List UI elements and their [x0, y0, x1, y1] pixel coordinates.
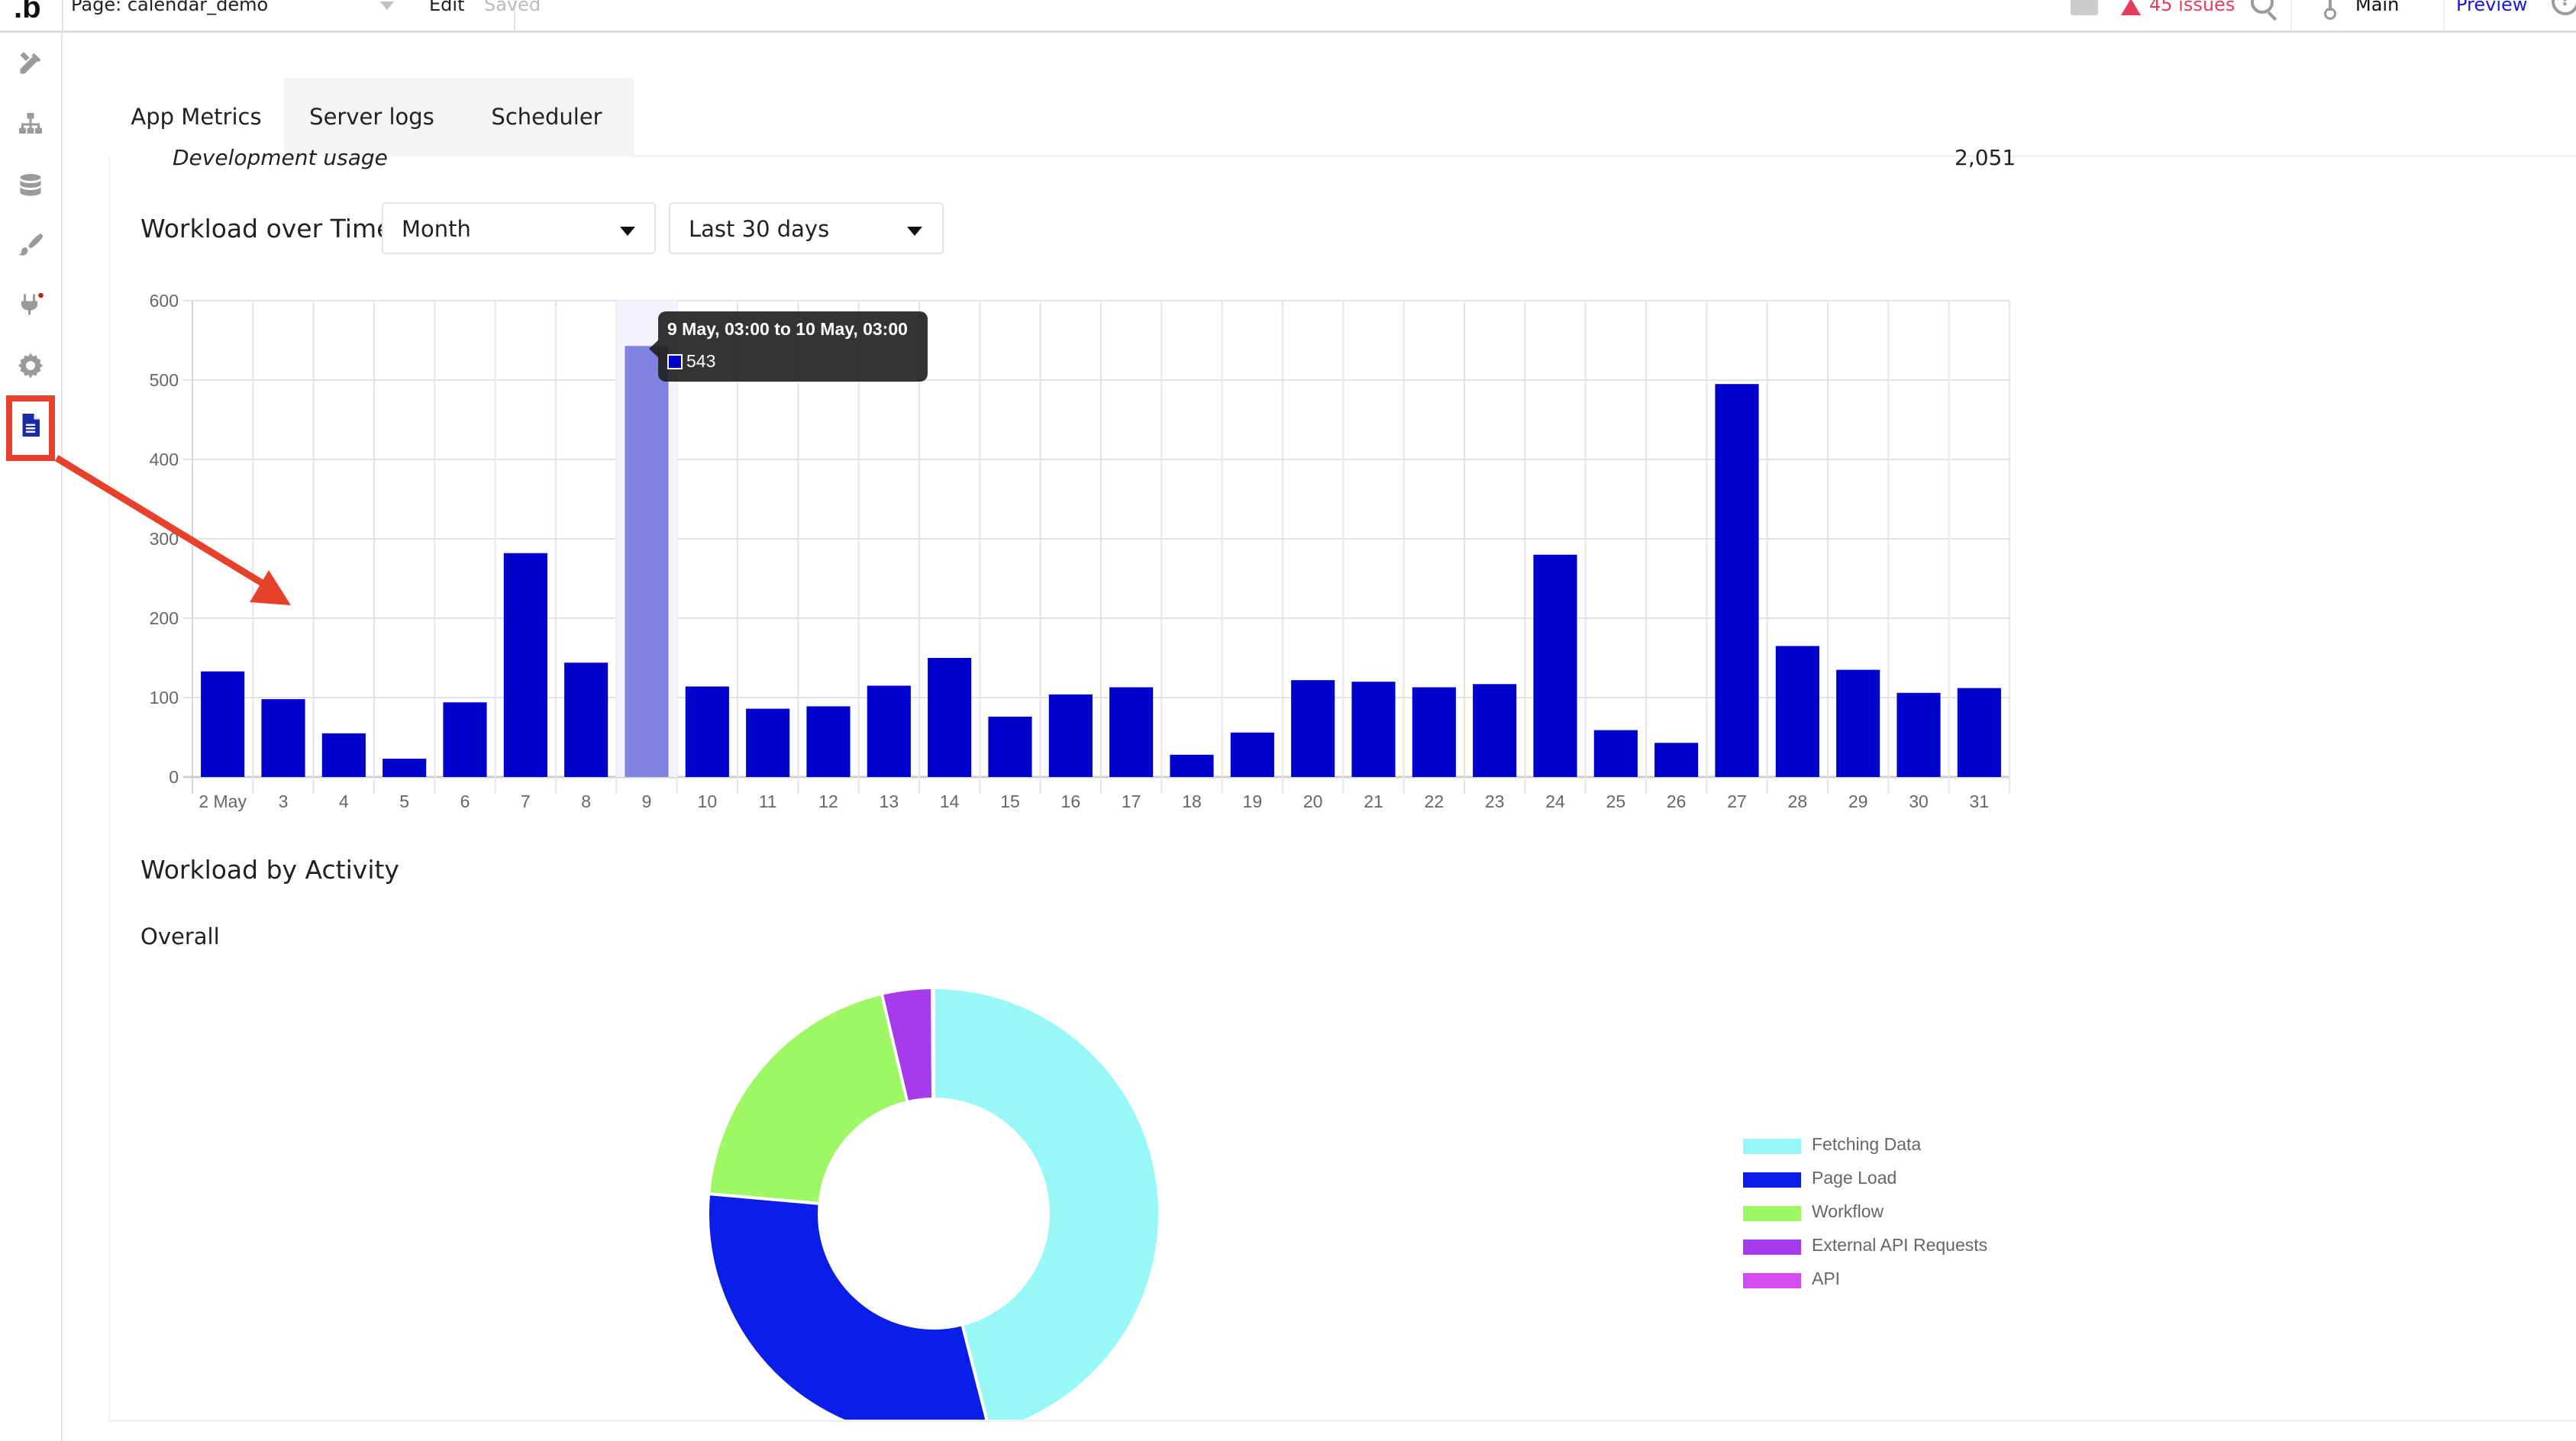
- y-tick-label: 0: [169, 767, 179, 787]
- tooltip-title: 9 May, 03:00 to 10 May, 03:00: [667, 319, 908, 339]
- y-tick-label: 300: [150, 529, 179, 549]
- bar-17[interactable]: [1109, 687, 1154, 777]
- bar-13[interactable]: [867, 685, 911, 777]
- x-tick-label: 12: [818, 791, 838, 811]
- legend-label: Page Load: [1812, 1168, 1897, 1188]
- x-tick-label: 5: [399, 791, 409, 811]
- activity-donut-chart: [706, 985, 1161, 1420]
- bar-21[interactable]: [1351, 682, 1396, 777]
- bar-7[interactable]: [503, 553, 547, 777]
- x-tick-label: 17: [1122, 791, 1141, 811]
- x-tick-label: 9: [642, 791, 652, 811]
- bar-10[interactable]: [685, 686, 729, 777]
- y-tick-label: 500: [150, 370, 179, 390]
- legend-label: Fetching Data: [1812, 1134, 1922, 1154]
- bar-9[interactable]: [625, 346, 669, 777]
- y-tick-label: 400: [150, 450, 179, 469]
- bar-20[interactable]: [1291, 680, 1335, 777]
- bar-29[interactable]: [1836, 669, 1880, 777]
- x-tick-label: 7: [521, 791, 531, 811]
- bar-25[interactable]: [1593, 730, 1638, 777]
- y-tick-label: 100: [150, 688, 179, 708]
- legend-swatch: [1743, 1139, 1801, 1154]
- bar-8[interactable]: [564, 662, 608, 777]
- x-tick-label: 21: [1364, 791, 1383, 811]
- x-tick-label: 2 May: [199, 791, 247, 811]
- bar-14[interactable]: [928, 658, 972, 777]
- bar-31[interactable]: [1957, 688, 2001, 777]
- legend-swatch: [1743, 1172, 1801, 1188]
- bar-28[interactable]: [1775, 646, 1819, 777]
- x-tick-label: 22: [1425, 791, 1445, 811]
- donut-slice-api[interactable]: [931, 985, 935, 1101]
- donut-chart-container: [108, 916, 2576, 1420]
- x-tick-label: 27: [1727, 791, 1747, 811]
- x-tick-label: 13: [880, 791, 899, 811]
- workload-bar-chart: 0 100 200 300 400 500 600 2 May 3 4 5 6 7 8 9 10 11 12 13 1…: [150, 291, 2010, 811]
- x-tick-label: 26: [1667, 791, 1687, 811]
- bar-11[interactable]: [746, 708, 790, 777]
- bar-4[interactable]: [321, 733, 366, 777]
- bar-16[interactable]: [1048, 694, 1093, 777]
- y-tick-label: 200: [150, 608, 179, 628]
- bar-22[interactable]: [1412, 687, 1456, 777]
- bar-5[interactable]: [383, 759, 427, 777]
- bar-2-may[interactable]: [201, 671, 245, 777]
- x-tick-label: 23: [1485, 791, 1505, 811]
- bar-12[interactable]: [806, 706, 851, 777]
- x-tick-label: 4: [339, 791, 349, 811]
- legend-swatch: [1743, 1206, 1801, 1221]
- x-tick-label: 19: [1243, 791, 1263, 811]
- tooltip-value: 543: [686, 351, 716, 371]
- legend-label: API: [1812, 1269, 1841, 1288]
- x-tick-label: 30: [1909, 791, 1929, 811]
- y-tick-label: 600: [150, 291, 179, 311]
- donut-slice-workflow[interactable]: [706, 991, 909, 1205]
- bar-23[interactable]: [1473, 684, 1517, 777]
- legend-label: External API Requests: [1812, 1235, 1988, 1255]
- bar-15[interactable]: [988, 716, 1032, 777]
- tooltip-color-swatch: [667, 354, 683, 369]
- bar-27[interactable]: [1715, 384, 1759, 777]
- x-tick-label: 20: [1303, 791, 1323, 811]
- x-tick-label: 10: [698, 791, 718, 811]
- x-tick-label: 24: [1545, 791, 1565, 811]
- x-tick-label: 3: [279, 791, 289, 811]
- x-tick-label: 8: [581, 791, 591, 811]
- x-tick-label: 28: [1788, 791, 1808, 811]
- x-tick-label: 25: [1606, 791, 1626, 811]
- x-tick-label: 31: [1970, 791, 1990, 811]
- bar-30[interactable]: [1896, 692, 1941, 777]
- x-tick-label: 6: [460, 791, 470, 811]
- x-tick-label: 16: [1061, 791, 1081, 811]
- workload-by-activity-title: Workload by Activity: [140, 855, 399, 885]
- donut-slice-page-load[interactable]: [706, 1191, 990, 1420]
- x-tick-label: 11: [759, 791, 777, 811]
- bar-24[interactable]: [1533, 554, 1577, 777]
- x-tick-label: 14: [940, 791, 960, 811]
- bar-3[interactable]: [261, 699, 305, 777]
- x-tick-label: 29: [1848, 791, 1868, 811]
- x-tick-label: 15: [1000, 791, 1020, 811]
- legend-label: Workflow: [1812, 1201, 1884, 1221]
- bar-18[interactable]: [1170, 754, 1214, 777]
- legend-swatch: [1743, 1273, 1801, 1288]
- bar-6[interactable]: [443, 702, 487, 777]
- x-tick-label: 18: [1182, 791, 1202, 811]
- legend-swatch: [1743, 1240, 1801, 1255]
- bar-19[interactable]: [1230, 732, 1274, 777]
- bar-26[interactable]: [1654, 743, 1699, 777]
